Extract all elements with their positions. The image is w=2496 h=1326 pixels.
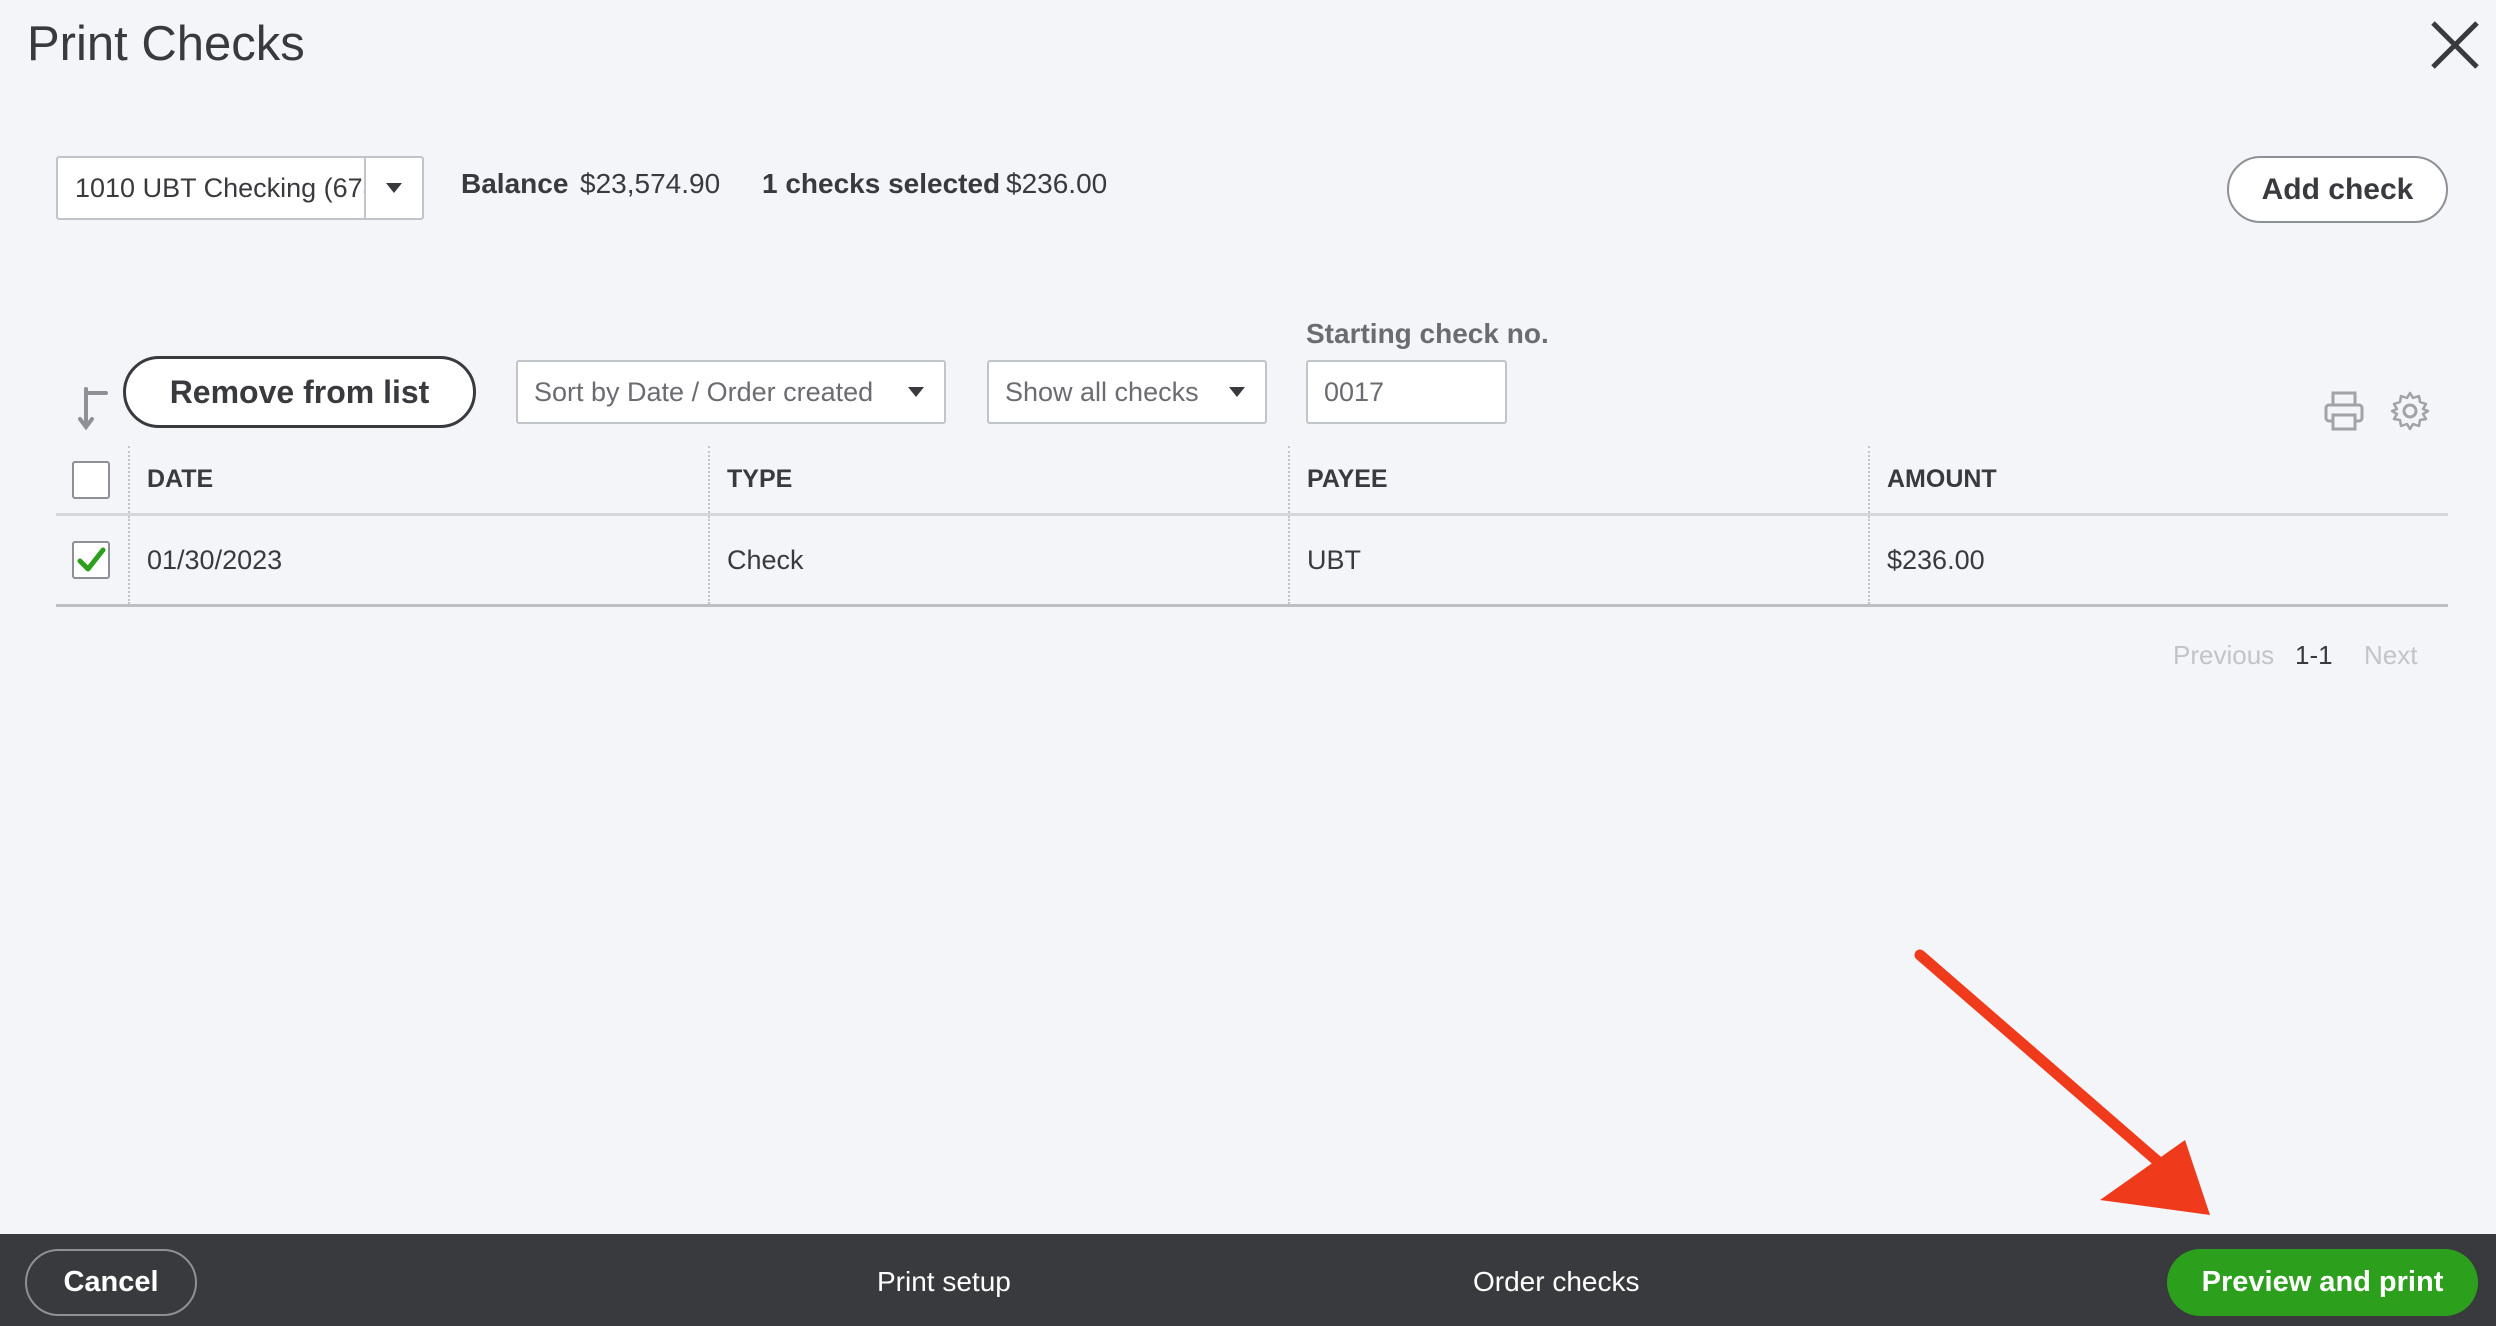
remove-from-list-button[interactable]: Remove from list bbox=[123, 356, 476, 428]
cell-amount: $236.00 bbox=[1868, 516, 2448, 604]
annotation-arrow bbox=[1914, 949, 2210, 1215]
cancel-button[interactable]: Cancel bbox=[25, 1249, 197, 1316]
starting-check-input[interactable] bbox=[1306, 360, 1507, 424]
cell-date: 01/30/2023 bbox=[128, 516, 708, 604]
column-header-type[interactable]: TYPE bbox=[708, 446, 1288, 513]
chevron-down-icon bbox=[1229, 387, 1245, 397]
pagination-previous[interactable]: Previous bbox=[2173, 640, 2274, 671]
row-checkbox[interactable] bbox=[72, 541, 110, 579]
starting-check-label: Starting check no. bbox=[1306, 318, 1549, 349]
column-header-payee[interactable]: PAYEE bbox=[1288, 446, 1868, 513]
checks-table: DATE TYPE PAYEE AMOUNT 01/30/2023 Check … bbox=[56, 446, 2448, 607]
dropdown-arrow-icon[interactable] bbox=[364, 158, 422, 218]
order-checks-link[interactable]: Order checks bbox=[1473, 1266, 1640, 1298]
cell-type: Check bbox=[708, 516, 1288, 604]
account-select[interactable]: 1010 UBT Checking (6789) bbox=[56, 156, 424, 220]
sort-dropdown-value: Sort by Date / Order created bbox=[534, 376, 874, 407]
checkmark-icon bbox=[77, 547, 106, 572]
checks-selected-label: 1 checks selected bbox=[762, 168, 1001, 199]
balance-value: $23,574.90 bbox=[580, 168, 721, 199]
add-check-button[interactable]: Add check bbox=[2227, 156, 2448, 223]
cell-payee: UBT bbox=[1288, 516, 1868, 604]
settings-gear-icon[interactable] bbox=[2388, 389, 2432, 433]
footer-bar: Cancel Print setup Order checks Preview … bbox=[0, 1234, 2496, 1326]
table-row[interactable]: 01/30/2023 Check UBT $236.00 bbox=[56, 516, 2448, 607]
checks-selected-amount: $236.00 bbox=[1006, 168, 1108, 199]
preview-and-print-button[interactable]: Preview and print bbox=[2167, 1249, 2478, 1316]
pagination-next[interactable]: Next bbox=[2364, 640, 2417, 671]
pagination-range: 1-1 bbox=[2295, 640, 2333, 670]
table-header-row: DATE TYPE PAYEE AMOUNT bbox=[56, 446, 2448, 516]
batch-actions-icon[interactable] bbox=[78, 387, 112, 431]
select-all-checkbox[interactable] bbox=[72, 460, 110, 499]
sort-dropdown[interactable]: Sort by Date / Order created bbox=[516, 360, 946, 424]
column-header-date[interactable]: DATE bbox=[128, 446, 708, 513]
account-select-value: 1010 UBT Checking (6789) bbox=[75, 172, 364, 203]
close-icon[interactable] bbox=[2425, 15, 2485, 75]
show-filter-value: Show all checks bbox=[1005, 376, 1199, 407]
show-filter-dropdown[interactable]: Show all checks bbox=[987, 360, 1267, 424]
chevron-down-icon bbox=[908, 387, 924, 397]
balance-label: Balance bbox=[461, 168, 569, 199]
print-setup-link[interactable]: Print setup bbox=[877, 1266, 1011, 1298]
page-title: Print Checks bbox=[27, 17, 305, 71]
print-icon[interactable] bbox=[2322, 389, 2366, 433]
column-header-amount[interactable]: AMOUNT bbox=[1868, 446, 2448, 513]
